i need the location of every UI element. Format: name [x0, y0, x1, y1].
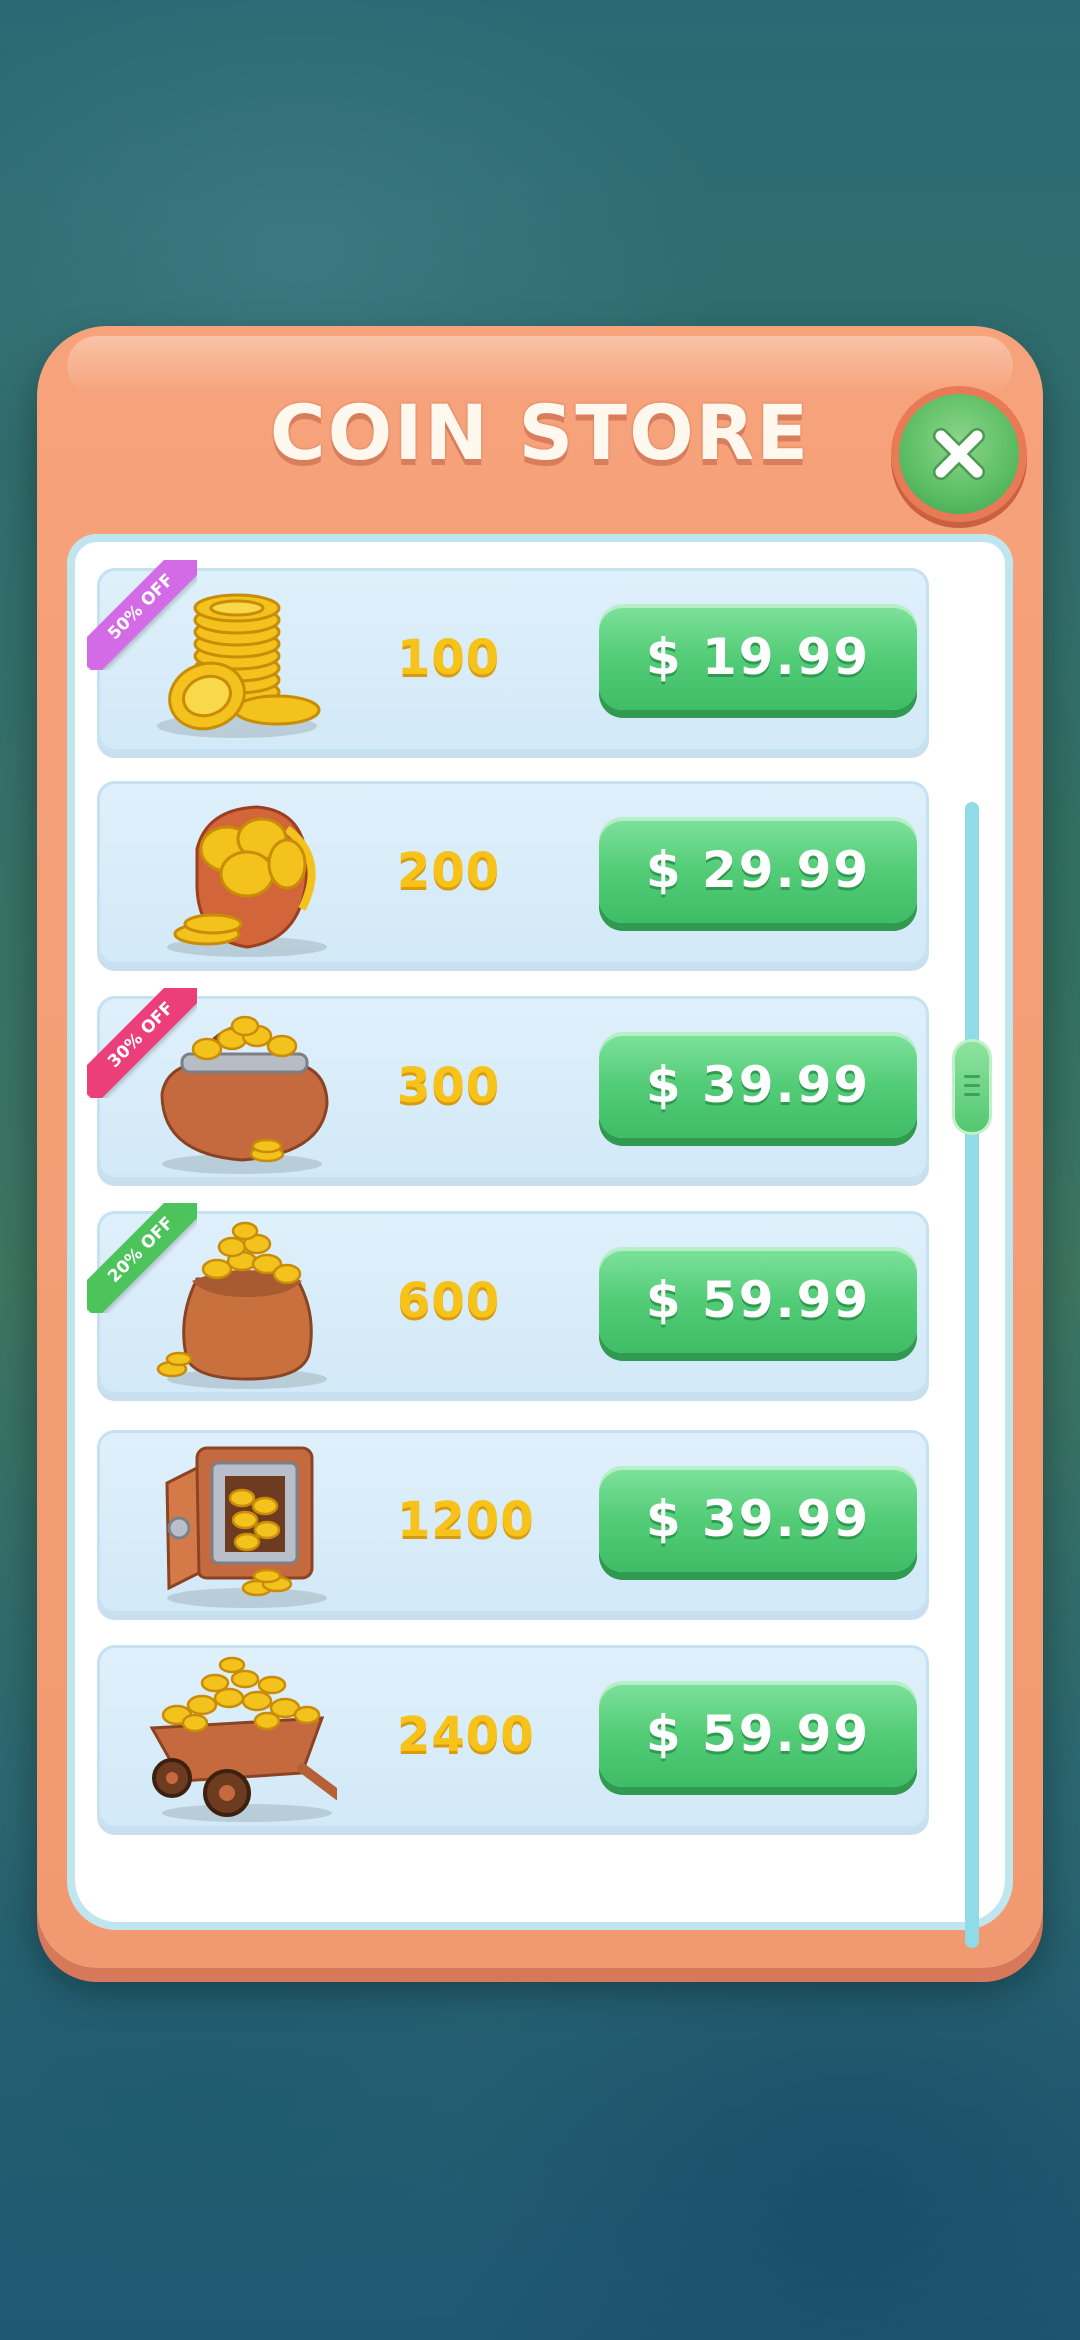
coin-amount: 600	[397, 1273, 501, 1329]
close-x-icon	[933, 428, 985, 480]
coin-amount: 200	[397, 843, 501, 899]
store-item[interactable]: 1200 $ 39.99	[97, 1430, 929, 1614]
store-item[interactable]: 2400 $ 59.99	[97, 1645, 929, 1829]
buy-button[interactable]: $ 39.99	[599, 1032, 917, 1138]
store-item[interactable]: 200 $ 29.99	[97, 781, 929, 965]
store-list-area: 50% OFF 100 $ 19.99 200 $ 29.99 30% OFF …	[67, 534, 1013, 1948]
buy-button[interactable]: $ 19.99	[599, 604, 917, 710]
store-item[interactable]: 50% OFF 100 $ 19.99	[87, 560, 929, 752]
coin-stack-icon	[157, 593, 321, 738]
coin-sack-icon	[156, 1221, 327, 1389]
close-button[interactable]	[899, 394, 1019, 514]
buy-button[interactable]: $ 29.99	[599, 817, 917, 923]
coin-purse-icon	[160, 1015, 329, 1174]
coin-amount: 300	[397, 1058, 501, 1114]
scrollbar-track[interactable]	[965, 802, 979, 1948]
coin-store-panel: COIN STORE 50% OFF 100 $ 19.99 200 $ 29.…	[37, 326, 1043, 1968]
coin-safe-icon	[165, 1446, 327, 1608]
coin-wheelbarrow-icon	[149, 1656, 337, 1822]
buy-button[interactable]: $ 59.99	[599, 1247, 917, 1353]
buy-button[interactable]: $ 59.99	[599, 1681, 917, 1787]
store-item[interactable]: 30% OFF 300 $ 39.99	[87, 988, 929, 1180]
coin-pot-icon	[167, 805, 327, 957]
store-item[interactable]: 20% OFF 600 $ 59.99	[87, 1203, 929, 1395]
panel-shine	[67, 336, 1013, 396]
coin-amount: 2400	[397, 1707, 535, 1763]
coin-amount: 100	[397, 630, 501, 686]
store-title: COIN STORE	[269, 388, 811, 477]
scrollbar-thumb[interactable]	[955, 1042, 989, 1132]
coin-amount: 1200	[397, 1492, 535, 1548]
buy-button[interactable]: $ 39.99	[599, 1466, 917, 1572]
